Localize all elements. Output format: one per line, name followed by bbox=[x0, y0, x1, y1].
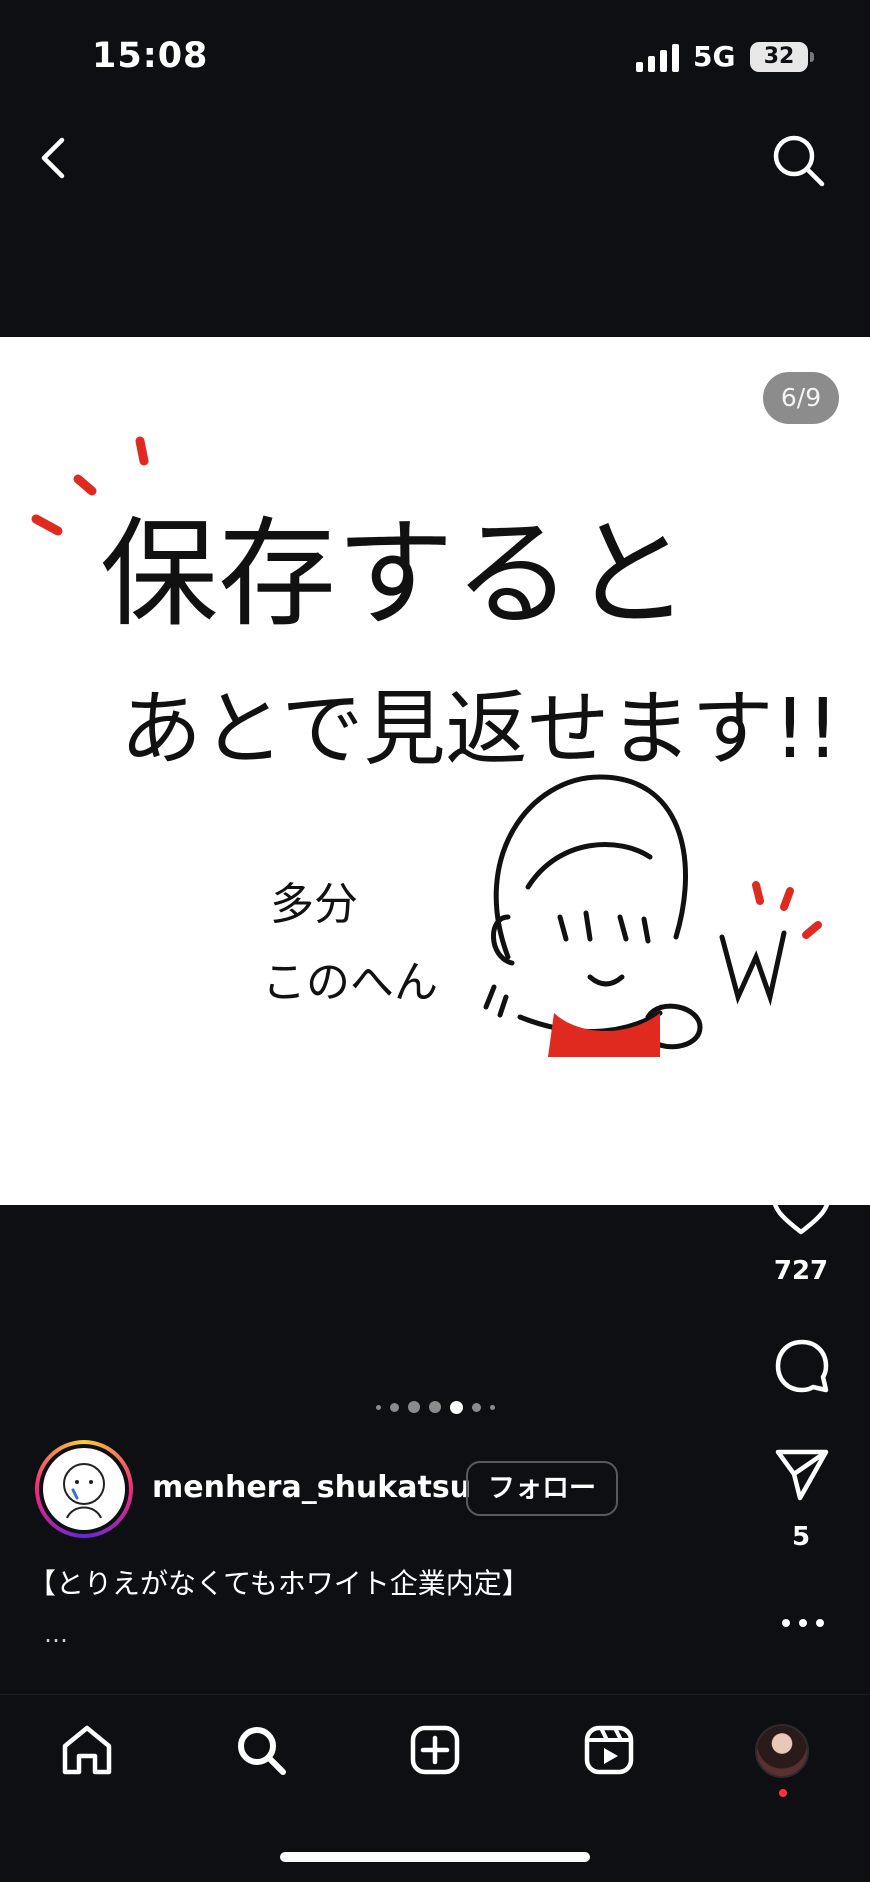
carousel-dot-active bbox=[449, 1400, 463, 1414]
signal-icon bbox=[636, 44, 679, 72]
follow-button[interactable]: フォロー bbox=[466, 1461, 618, 1516]
battery-tip bbox=[810, 52, 814, 62]
post-illustration: 保存すると あとで見返せます!! 多分 このへん bbox=[31, 436, 839, 1057]
carousel-dots bbox=[360, 1398, 510, 1416]
carousel-dot bbox=[389, 1402, 399, 1412]
illustration-text-line2: あとで見返せます!! bbox=[120, 682, 839, 777]
search-icon[interactable] bbox=[768, 130, 828, 190]
notification-dot bbox=[779, 1789, 787, 1797]
caption-more[interactable]: … bbox=[44, 1620, 68, 1648]
carousel-dot bbox=[471, 1402, 481, 1412]
image-counter: 6/9 bbox=[763, 372, 839, 424]
comment-icon[interactable] bbox=[772, 1336, 832, 1396]
account-avatar[interactable] bbox=[35, 1440, 133, 1538]
heart-icon[interactable] bbox=[770, 1180, 832, 1236]
search-icon[interactable] bbox=[233, 1722, 289, 1778]
carousel-dot bbox=[489, 1404, 495, 1410]
account-username[interactable]: menhera_shukatsu bbox=[152, 1470, 471, 1505]
illustration-side-note-1: 多分 bbox=[270, 879, 358, 930]
illustration-text-line1: 保存すると bbox=[100, 505, 690, 643]
home-icon[interactable] bbox=[59, 1722, 115, 1778]
battery-indicator: 32 bbox=[750, 42, 808, 72]
more-icon[interactable] bbox=[778, 1608, 828, 1638]
post-image[interactable]: 保存すると あとで見返せます!! 多分 このへん bbox=[0, 337, 870, 1205]
home-indicator bbox=[280, 1852, 590, 1862]
reels-icon[interactable] bbox=[581, 1722, 637, 1778]
carousel-dot bbox=[407, 1401, 420, 1413]
post-caption[interactable]: 【とりえがなくてもホワイト企業内定】 bbox=[28, 1562, 530, 1602]
share-count: 5 bbox=[791, 1522, 811, 1552]
carousel-dot bbox=[375, 1404, 381, 1410]
avatar-illustration bbox=[63, 1463, 105, 1519]
profile-tab-avatar[interactable] bbox=[755, 1724, 809, 1778]
network-label: 5G bbox=[693, 40, 736, 73]
illustration-side-note-2: このへん bbox=[262, 957, 438, 1008]
back-arrow-icon[interactable] bbox=[30, 128, 78, 188]
emphasis-marks-right bbox=[752, 881, 822, 939]
status-time: 15:08 bbox=[92, 36, 209, 76]
carousel-dot bbox=[428, 1401, 441, 1413]
send-icon[interactable] bbox=[772, 1446, 832, 1502]
character-drawing bbox=[483, 774, 787, 1050]
create-icon[interactable] bbox=[407, 1722, 463, 1778]
like-count: 727 bbox=[773, 1256, 829, 1286]
